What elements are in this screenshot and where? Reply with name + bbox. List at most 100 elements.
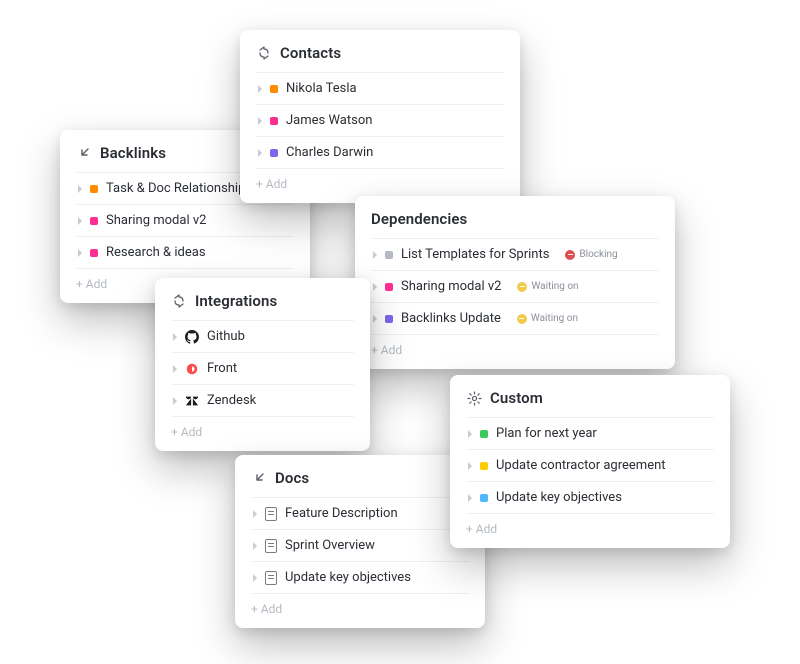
- list-item[interactable]: Sharing modal v2 Waiting on: [371, 270, 659, 302]
- item-label: Nikola Tesla: [286, 81, 357, 96]
- add-button[interactable]: + Add: [256, 168, 504, 195]
- contacts-title: Contacts: [280, 44, 341, 62]
- status-badge: Waiting on: [517, 281, 578, 292]
- item-label: Task & Doc Relationships: [106, 181, 252, 196]
- item-label: Github: [207, 329, 245, 344]
- front-icon: [185, 362, 199, 376]
- item-label: Zendesk: [207, 393, 256, 408]
- add-button[interactable]: + Add: [466, 513, 714, 540]
- caret-icon: [253, 510, 257, 518]
- item-label: Research & ideas: [106, 245, 206, 260]
- sync-arrows-icon: [256, 45, 272, 61]
- caret-icon: [253, 574, 257, 582]
- caret-icon: [78, 217, 82, 225]
- add-button[interactable]: + Add: [371, 334, 659, 361]
- blocking-icon: [565, 250, 575, 260]
- item-label: Update key objectives: [285, 570, 411, 585]
- document-icon: [265, 507, 277, 521]
- docs-header: Docs: [251, 469, 469, 487]
- integrations-title: Integrations: [195, 292, 277, 310]
- dependencies-title: Dependencies: [371, 210, 467, 228]
- item-label: Backlinks Update: [401, 311, 501, 326]
- caret-icon: [78, 249, 82, 257]
- docs-card: Docs Feature Description Sprint Overview…: [235, 455, 485, 628]
- add-button[interactable]: + Add: [171, 416, 354, 443]
- caret-icon: [468, 430, 472, 438]
- collapse-arrow-icon: [251, 470, 267, 486]
- list-item[interactable]: Front: [171, 352, 354, 384]
- item-label: List Templates for Sprints: [401, 247, 549, 262]
- caret-icon: [373, 315, 377, 323]
- list-item[interactable]: Feature Description: [251, 497, 469, 529]
- list-item[interactable]: Charles Darwin: [256, 136, 504, 168]
- caret-icon: [258, 149, 262, 157]
- status-dot: [90, 217, 98, 225]
- custom-header: Custom: [466, 389, 714, 407]
- status-dot: [480, 462, 488, 470]
- list-item[interactable]: James Watson: [256, 104, 504, 136]
- list-item[interactable]: Plan for next year: [466, 417, 714, 449]
- list-item[interactable]: Backlinks Update Waiting on: [371, 302, 659, 334]
- add-button[interactable]: + Add: [251, 593, 469, 620]
- caret-icon: [78, 185, 82, 193]
- document-icon: [265, 539, 277, 553]
- custom-title: Custom: [490, 389, 543, 407]
- list-item[interactable]: Sharing modal v2: [76, 204, 294, 236]
- status-badge: Blocking: [565, 249, 617, 260]
- caret-icon: [468, 494, 472, 502]
- caret-icon: [253, 542, 257, 550]
- list-item[interactable]: Update key objectives: [466, 481, 714, 513]
- item-label: Charles Darwin: [286, 145, 373, 160]
- caret-icon: [173, 333, 177, 341]
- status-badge: Waiting on: [517, 313, 578, 324]
- status-dot: [385, 315, 393, 323]
- caret-icon: [373, 251, 377, 259]
- list-item[interactable]: Update contractor agreement: [466, 449, 714, 481]
- waiting-icon: [517, 314, 527, 324]
- item-label: Update contractor agreement: [496, 458, 666, 473]
- item-label: Plan for next year: [496, 426, 597, 441]
- docs-title: Docs: [275, 469, 309, 487]
- status-dot: [270, 117, 278, 125]
- item-label: Sprint Overview: [285, 538, 375, 553]
- dependencies-header: Dependencies: [371, 210, 659, 228]
- status-dot: [385, 283, 393, 291]
- caret-icon: [173, 365, 177, 373]
- status-dot: [90, 185, 98, 193]
- item-label: Sharing modal v2: [401, 279, 501, 294]
- waiting-icon: [517, 282, 527, 292]
- list-item[interactable]: Nikola Tesla: [256, 72, 504, 104]
- item-label: Sharing modal v2: [106, 213, 206, 228]
- caret-icon: [468, 462, 472, 470]
- list-item[interactable]: Zendesk: [171, 384, 354, 416]
- custom-card: Custom Plan for next year Update contrac…: [450, 375, 730, 548]
- caret-icon: [173, 397, 177, 405]
- status-dot: [480, 430, 488, 438]
- contacts-header: Contacts: [256, 44, 504, 62]
- status-dot: [480, 494, 488, 502]
- gear-icon: [466, 390, 482, 406]
- item-label: James Watson: [286, 113, 372, 128]
- list-item[interactable]: Research & ideas: [76, 236, 294, 268]
- status-dot: [270, 149, 278, 157]
- list-item[interactable]: Github: [171, 320, 354, 352]
- caret-icon: [258, 117, 262, 125]
- list-item[interactable]: List Templates for Sprints Blocking: [371, 238, 659, 270]
- caret-icon: [373, 283, 377, 291]
- document-icon: [265, 571, 277, 585]
- item-label: Front: [207, 361, 237, 376]
- contacts-card: Contacts Nikola Tesla James Watson Charl…: [240, 30, 520, 203]
- zendesk-icon: [185, 394, 199, 408]
- status-dot: [385, 251, 393, 259]
- item-label: Feature Description: [285, 506, 398, 521]
- collapse-arrow-icon: [76, 145, 92, 161]
- list-item[interactable]: Update key objectives: [251, 561, 469, 593]
- dependencies-card: Dependencies List Templates for Sprints …: [355, 196, 675, 369]
- status-dot: [270, 85, 278, 93]
- item-label: Update key objectives: [496, 490, 622, 505]
- caret-icon: [258, 85, 262, 93]
- integrations-header: Integrations: [171, 292, 354, 310]
- integrations-card: Integrations Github Front Zendesk + Add: [155, 278, 370, 451]
- list-item[interactable]: Sprint Overview: [251, 529, 469, 561]
- sync-arrows-icon: [171, 293, 187, 309]
